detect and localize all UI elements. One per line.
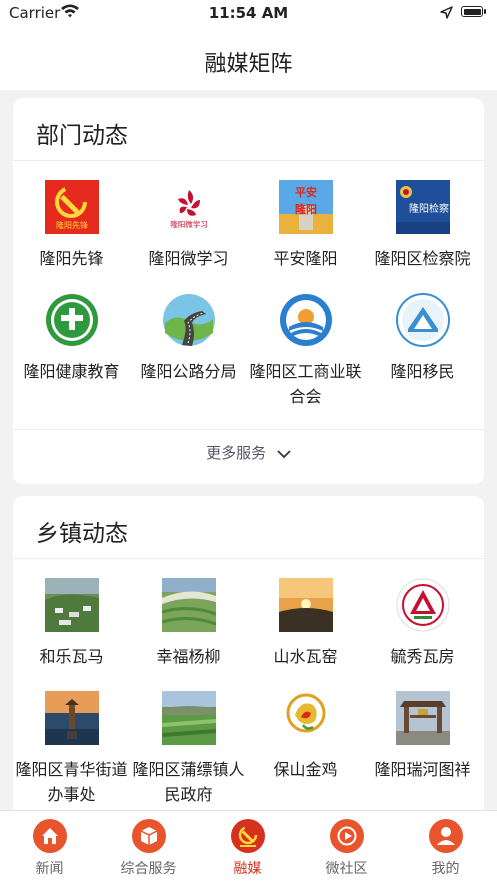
procuratorate-emblem-icon: 隆阳检察	[395, 180, 450, 234]
terraces-photo-icon	[161, 578, 217, 632]
department-label: 隆阳公路分局	[140, 362, 237, 381]
chevron-down-icon	[277, 445, 291, 463]
tab-news[interactable]: 新闻	[0, 811, 99, 878]
department-card: 部门动态 隆阳先锋 隆阳先锋 隆阳微学习 隆阳微学习 平安 隆阳 平安隆阳 隆阳…	[13, 98, 484, 484]
svg-text:隆阳: 隆阳	[295, 202, 317, 216]
status-bar: Carrier 11:54 AM	[0, 0, 497, 26]
cube-icon	[131, 819, 166, 853]
department-label: 平安隆阳	[273, 249, 338, 268]
bauhinia-logo-icon: 隆阳微学习	[161, 180, 216, 234]
home-icon	[32, 819, 67, 853]
golden-rooster-logo-icon	[279, 691, 333, 745]
tab-services[interactable]: 综合服务	[99, 811, 198, 878]
more-services-label: 更多服务	[206, 444, 267, 462]
department-section-title: 部门动态	[36, 123, 128, 149]
tab-media[interactable]: 融媒	[198, 811, 297, 878]
svg-text:平安: 平安	[295, 185, 317, 199]
play-icon	[329, 819, 364, 853]
town-section-title: 乡镇动态	[36, 521, 128, 547]
page-title: 融媒矩阵	[204, 52, 293, 77]
federation-logo-icon	[279, 293, 333, 347]
health-education-logo-icon	[45, 293, 99, 347]
divider	[13, 558, 484, 559]
tab-profile[interactable]: 我的	[396, 811, 495, 878]
location-arrow-icon	[440, 5, 453, 23]
pagoda-photo-icon	[44, 691, 99, 745]
department-label: 隆阳微学习	[148, 249, 229, 268]
clock: 11:54 AM	[208, 4, 289, 22]
svg-text:隆阳微学习: 隆阳微学习	[170, 219, 208, 229]
tab-label: 融媒	[233, 861, 262, 877]
department-item[interactable]: 隆阳微学习 隆阳微学习	[130, 180, 247, 271]
user-icon	[428, 819, 463, 853]
town-label: 保山金鸡	[273, 760, 338, 779]
town-emblem-icon	[396, 578, 450, 632]
town-label: 幸福杨柳	[156, 647, 221, 666]
nav-bar: 融媒矩阵	[0, 26, 497, 90]
town-item[interactable]: 毓秀瓦房	[364, 578, 481, 669]
department-item[interactable]: 隆阳健康教育	[13, 293, 130, 384]
town-card: 乡镇动态 和乐瓦马 幸福杨柳 山水瓦窑 毓秀瓦房 隆阳区青华街道办事处 隆阳区蒲…	[13, 496, 484, 810]
party-emblem-icon	[230, 819, 265, 853]
town-item[interactable]: 隆阳区青华街道办事处	[13, 691, 130, 807]
town-label: 山水瓦窑	[273, 647, 338, 666]
more-services-button[interactable]: 更多服务	[13, 442, 484, 463]
town-label: 隆阳瑞河图祥	[374, 760, 471, 779]
tab-label: 微社区	[325, 861, 368, 877]
road-logo-icon	[162, 293, 216, 347]
town-item[interactable]: 山水瓦窑	[247, 578, 364, 669]
department-label: 隆阳健康教育	[23, 362, 120, 381]
tab-community[interactable]: 微社区	[297, 811, 396, 878]
divider	[13, 160, 484, 161]
town-label: 毓秀瓦房	[390, 647, 455, 666]
department-item[interactable]: 隆阳公路分局	[130, 293, 247, 384]
migration-logo-icon	[395, 293, 450, 347]
tab-label: 新闻	[35, 861, 64, 877]
party-emblem-icon: 隆阳先锋	[44, 180, 99, 234]
town-item[interactable]: 隆阳区蒲缥镇人民政府	[130, 691, 247, 807]
town-label: 和乐瓦马	[39, 647, 104, 666]
department-label: 隆阳区工商业联合会	[249, 362, 362, 406]
town-item[interactable]: 保山金鸡	[247, 691, 364, 782]
village-photo-icon	[44, 578, 99, 632]
sunset-photo-icon	[278, 578, 333, 632]
town-item[interactable]: 幸福杨柳	[130, 578, 247, 669]
town-item[interactable]: 和乐瓦马	[13, 578, 130, 669]
scroll-content[interactable]: 部门动态 隆阳先锋 隆阳先锋 隆阳微学习 隆阳微学习 平安 隆阳 平安隆阳 隆阳…	[0, 90, 497, 810]
battery-icon	[461, 6, 486, 17]
tab-bar: 新闻 综合服务 融媒 微社区 我的	[0, 810, 497, 883]
town-item[interactable]: 隆阳瑞河图祥	[364, 691, 481, 782]
town-label: 隆阳区青华街道办事处	[15, 760, 128, 804]
department-item[interactable]: 隆阳移民	[364, 293, 481, 384]
archway-photo-icon	[395, 691, 450, 745]
department-item[interactable]: 隆阳先锋 隆阳先锋	[13, 180, 130, 271]
town-label: 隆阳区蒲缥镇人民政府	[132, 760, 245, 804]
police-badge-icon: 平安 隆阳	[278, 180, 333, 234]
department-label: 隆阳先锋	[39, 249, 104, 268]
department-label: 隆阳区检察院	[374, 249, 471, 268]
farmland-photo-icon	[161, 691, 216, 745]
department-item[interactable]: 平安 隆阳 平安隆阳	[247, 180, 364, 271]
department-label: 隆阳移民	[390, 362, 455, 381]
divider	[13, 429, 484, 430]
department-item[interactable]: 隆阳区工商业联合会	[247, 293, 364, 409]
department-item[interactable]: 隆阳检察 隆阳区检察院	[364, 180, 481, 271]
tab-label: 我的	[431, 861, 460, 877]
svg-text:隆阳先锋: 隆阳先锋	[56, 220, 88, 230]
tab-label: 综合服务	[120, 861, 177, 877]
svg-text:隆阳检察: 隆阳检察	[409, 202, 449, 215]
